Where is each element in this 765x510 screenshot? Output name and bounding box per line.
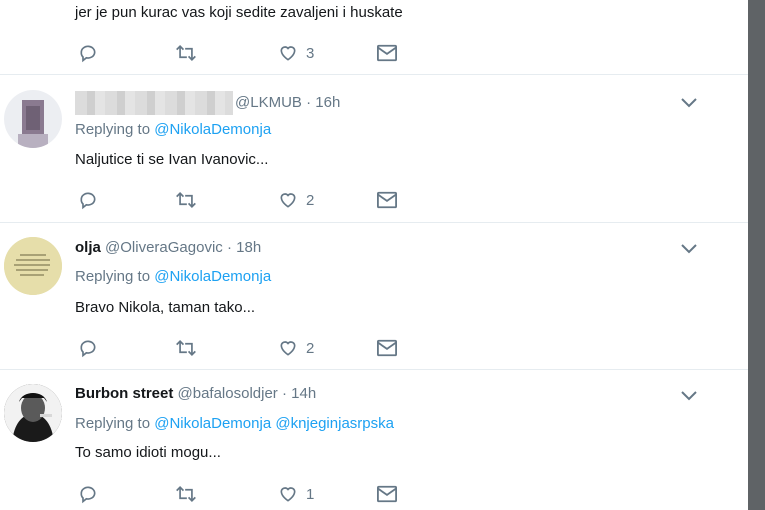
user-name[interactable]: olja: [75, 239, 101, 256]
tweet-actions: 2: [78, 337, 418, 359]
reply-icon: [80, 486, 96, 504]
redacted-name: [75, 91, 233, 115]
heart-icon: [280, 487, 296, 502]
mention-link[interactable]: @NikolaDemonja: [154, 268, 271, 285]
heart-icon: [280, 46, 296, 61]
envelope-icon: [377, 191, 397, 209]
tweet-time[interactable]: 18h: [236, 239, 261, 256]
tweet-header: Burbon street @bafalosoldjer · 14h: [75, 385, 317, 402]
like-count: 3: [306, 44, 315, 62]
tweet-actions: 1: [78, 483, 418, 505]
tweet[interactable]: Burbon street @bafalosoldjer · 14h Reply…: [0, 370, 748, 510]
chevron-down-icon[interactable]: [680, 390, 698, 402]
user-handle[interactable]: @LKMUB: [235, 94, 302, 111]
envelope-icon: [377, 339, 397, 357]
tweet-text: jer je pun kurac vas koji sedite zavalje…: [75, 4, 403, 21]
replying-to: Replying to @NikolaDemonja: [75, 121, 272, 138]
chevron-down-icon[interactable]: [680, 243, 698, 255]
dm-button[interactable]: [376, 189, 398, 211]
tweet-time[interactable]: 16h: [315, 94, 340, 111]
tweet-header: olja @OliveraGagovic · 18h: [75, 239, 262, 256]
dm-button[interactable]: [376, 483, 398, 505]
user-name[interactable]: Burbon street: [75, 385, 173, 402]
avatar[interactable]: [4, 384, 62, 442]
mention-link[interactable]: @NikolaDemonja: [154, 415, 271, 432]
retweet-button[interactable]: [175, 189, 197, 211]
mention-link[interactable]: @NikolaDemonja: [154, 121, 271, 138]
reply-icon: [80, 192, 96, 210]
tweet[interactable]: olja @OliveraGagovic · 18h Replying to @…: [0, 223, 748, 370]
tweet-text: Naljutice ti se Ivan Ivanovic...: [75, 151, 269, 168]
reply-icon: [80, 45, 96, 63]
replying-to: Replying to @NikolaDemonja: [75, 268, 272, 285]
like-count: 2: [306, 191, 315, 209]
tweet-top: jer je pun kurac vas koji sedite zavalje…: [0, 0, 748, 75]
envelope-icon: [377, 485, 397, 503]
like-button[interactable]: 2: [278, 337, 314, 359]
tweet-text: To samo idioti mogu...: [75, 444, 221, 461]
avatar[interactable]: [4, 90, 62, 148]
retweet-icon: [176, 192, 196, 208]
scrollbar[interactable]: [748, 0, 765, 510]
reply-button[interactable]: [78, 189, 98, 211]
tweet-feed: jer je pun kurac vas koji sedite zavalje…: [0, 0, 748, 510]
dm-button[interactable]: [376, 42, 398, 64]
like-button[interactable]: 2: [278, 189, 314, 211]
retweet-button[interactable]: [175, 337, 197, 359]
tweet-header: @LKMUB · 16h: [75, 91, 340, 115]
tweet-text: Bravo Nikola, taman tako...: [75, 299, 256, 316]
heart-icon: [280, 341, 296, 356]
user-handle[interactable]: @bafalosoldjer: [178, 385, 278, 402]
tweet-time[interactable]: 14h: [291, 385, 316, 402]
reply-button[interactable]: [78, 483, 98, 505]
retweet-button[interactable]: [175, 483, 197, 505]
like-button[interactable]: 3: [278, 42, 314, 64]
like-count: 1: [306, 485, 315, 503]
tweet-actions: 2: [78, 189, 418, 211]
replying-to: Replying to @NikolaDemonja @knjeginjasrp…: [75, 415, 394, 432]
retweet-icon: [176, 486, 196, 502]
tweet-actions: 3: [78, 42, 418, 64]
avatar[interactable]: [4, 237, 62, 295]
heart-icon: [280, 193, 296, 208]
envelope-icon: [377, 44, 397, 62]
reply-button[interactable]: [78, 42, 98, 64]
dm-button[interactable]: [376, 337, 398, 359]
retweet-button[interactable]: [175, 42, 197, 64]
reply-button[interactable]: [78, 337, 98, 359]
reply-icon: [80, 340, 96, 358]
mention-link[interactable]: @knjeginjasrpska: [275, 415, 394, 432]
retweet-icon: [176, 45, 196, 61]
user-handle[interactable]: @OliveraGagovic: [105, 239, 223, 256]
like-count: 2: [306, 339, 315, 357]
retweet-icon: [176, 340, 196, 356]
like-button[interactable]: 1: [278, 483, 314, 505]
chevron-down-icon[interactable]: [680, 97, 698, 109]
tweet[interactable]: @LKMUB · 16h Replying to @NikolaDemonja …: [0, 75, 748, 223]
